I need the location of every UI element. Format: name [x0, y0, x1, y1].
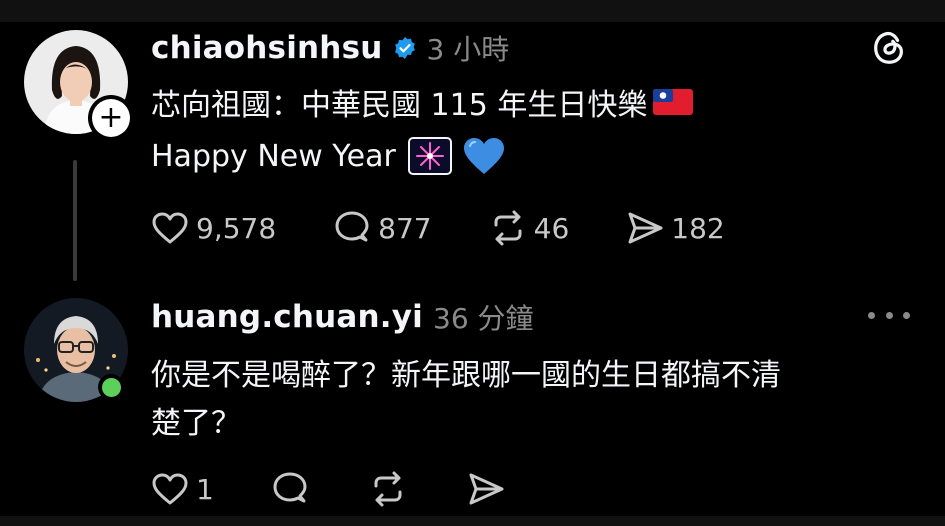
- thread-line: [73, 160, 77, 281]
- reply-text-line2: 楚了？: [151, 406, 241, 441]
- reply-count: 877: [378, 211, 432, 245]
- share-icon: [628, 212, 663, 244]
- repost-icon: [494, 210, 522, 246]
- online-status-indicator: [98, 374, 124, 400]
- heart-icon: [152, 473, 188, 505]
- follow-button[interactable]: +: [88, 95, 134, 141]
- heart-icon: [152, 212, 188, 244]
- verified-badge-icon: [394, 37, 415, 59]
- reply-timestamp: 36 分鐘: [433, 302, 534, 335]
- reply-like-count: 1: [196, 472, 214, 506]
- threads-logo-icon[interactable]: [870, 28, 908, 68]
- reply-button[interactable]: 877: [332, 208, 432, 248]
- reply-icon: [273, 472, 307, 503]
- bottom-bar: [0, 516, 945, 526]
- post-text: 芯向祖國：中華民國 115 年生日快樂: [151, 88, 648, 123]
- more-icon: [868, 311, 875, 319]
- like-count: 9,578: [196, 211, 277, 245]
- reply-header: huang.chuan.yi 36 分鐘: [151, 296, 534, 338]
- reply-text-line1: 你是不是喝醉了？新年跟哪一國的生日都搞不清: [151, 358, 781, 393]
- reply-share-button[interactable]: [466, 469, 506, 509]
- share-count: 182: [671, 211, 725, 245]
- reply-repost-button[interactable]: [368, 469, 408, 509]
- post-text-line2: Happy New Year: [151, 134, 506, 178]
- reply-username[interactable]: huang.chuan.yi: [151, 299, 423, 335]
- plus-icon: +: [92, 99, 130, 137]
- fireworks-icon: [407, 137, 452, 175]
- top-bar: [0, 0, 945, 22]
- like-button[interactable]: 9,578: [150, 208, 276, 248]
- post-timestamp: 3 小時: [426, 33, 510, 66]
- post-text-line1: 芯向祖國：中華民國 115 年生日快樂: [151, 82, 694, 123]
- post-text-english: Happy New Year: [151, 138, 396, 174]
- reply-like-button[interactable]: 1: [150, 469, 214, 509]
- share-button[interactable]: 182: [625, 208, 725, 248]
- repost-icon: [374, 471, 402, 507]
- post-username[interactable]: chiaohsinhsu: [151, 30, 383, 66]
- repost-button[interactable]: 46: [488, 208, 570, 248]
- post-actions: 9,578 877 46 182: [150, 206, 725, 250]
- blue-heart-icon: [463, 138, 504, 174]
- repost-count: 46: [533, 211, 570, 245]
- reply-reply-button[interactable]: [270, 469, 310, 509]
- taiwan-flag-icon: [653, 89, 694, 115]
- reply-icon: [335, 211, 369, 242]
- post-header: chiaohsinhsu 3 小時: [151, 28, 509, 68]
- share-icon: [469, 473, 504, 505]
- more-options-button[interactable]: [868, 304, 910, 326]
- reply-actions: 1: [150, 467, 506, 511]
